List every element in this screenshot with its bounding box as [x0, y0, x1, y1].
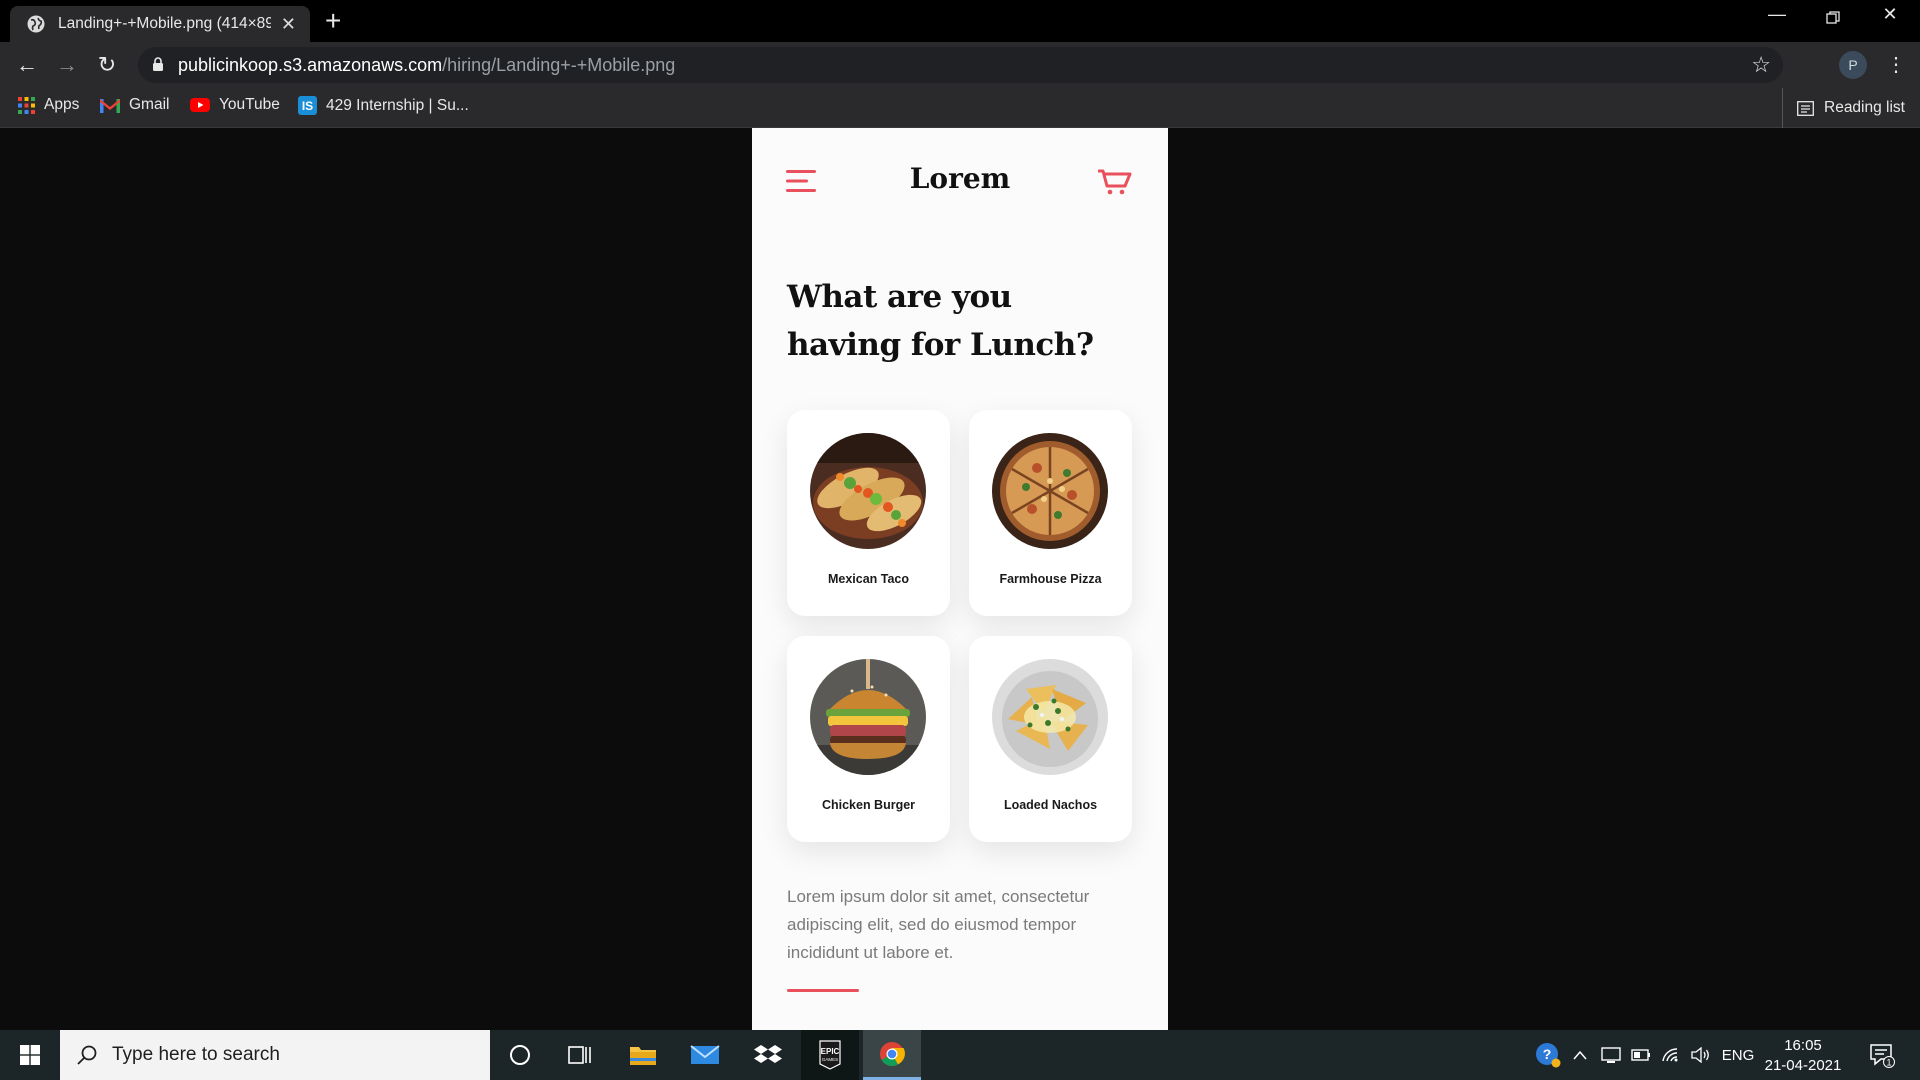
epic-games-icon[interactable]: EPIC GAMES [801, 1030, 859, 1080]
page-headline: What are you having for Lunch? [787, 273, 1117, 369]
food-card-chicken-burger[interactable]: Chicken Burger [787, 636, 950, 842]
tab-title: Landing+-+Mobile.png (414×896) [58, 15, 271, 32]
file-explorer-icon[interactable] [614, 1030, 672, 1080]
url-text: publicinkoop.s3.amazonaws.com/hiring/Lan… [178, 55, 675, 76]
close-tab-icon[interactable]: ✕ [281, 14, 296, 35]
browser-tab[interactable]: Landing+-+Mobile.png (414×896) ✕ [10, 6, 310, 42]
volume-icon[interactable] [1688, 1030, 1714, 1080]
task-view-icon[interactable] [551, 1030, 609, 1080]
internshala-icon: IS [298, 96, 317, 115]
dropbox-icon[interactable] [739, 1030, 797, 1080]
svg-text:GAMES: GAMES [822, 1057, 838, 1062]
reading-list-label: Reading list [1824, 99, 1905, 116]
show-hidden-icons-icon[interactable] [1568, 1030, 1592, 1080]
mail-icon[interactable] [676, 1030, 734, 1080]
close-window-icon[interactable]: ✕ [1870, 4, 1910, 25]
start-button[interactable] [0, 1030, 60, 1080]
forward-icon[interactable]: → [54, 52, 80, 78]
gmail-icon [100, 98, 120, 113]
notification-count: 1 [1886, 1058, 1891, 1068]
pizza-image [992, 433, 1108, 549]
clock-time: 16:05 [1784, 1037, 1822, 1054]
bookmark-apps[interactable]: Apps [18, 96, 79, 114]
food-card-label: Chicken Burger [821, 798, 916, 812]
notification-center-button[interactable]: 1 [1862, 1030, 1902, 1080]
reading-list-button[interactable]: Reading list [1782, 88, 1905, 128]
windows-logo-icon [20, 1045, 40, 1065]
food-card-label: Mexican Taco [827, 572, 910, 586]
page-viewport: Lorem What are you having for Lunch? Mex… [0, 128, 1920, 1030]
svg-text:?: ? [1543, 1046, 1552, 1062]
browser-toolbar: ← → ↻ publicinkoop.s3.amazonaws.com/hiri… [0, 42, 1920, 88]
clock-date: 21-04-2021 [1764, 1057, 1842, 1074]
mobile-landing-page: Lorem What are you having for Lunch? Mex… [752, 128, 1168, 1030]
url-host: publicinkoop.s3.amazonaws.com [178, 55, 443, 75]
bookmark-star-icon[interactable]: ☆ [1751, 52, 1771, 78]
bookmark-label: Apps [44, 96, 80, 113]
food-card-farmhouse-pizza[interactable]: Farmhouse Pizza [969, 410, 1132, 616]
cart-icon[interactable] [1098, 168, 1132, 196]
url-path: /hiring/Landing+-+Mobile.png [442, 55, 676, 75]
svg-text:IS: IS [302, 99, 313, 113]
bookmark-label: 429 Internship | Su... [326, 96, 469, 114]
device-manager-icon[interactable] [1598, 1030, 1624, 1080]
bookmark-label: YouTube [219, 96, 280, 113]
reading-list-icon [1797, 100, 1814, 116]
system-clock[interactable]: 16:05 21-04-2021 [1760, 1036, 1846, 1076]
bookmark-gmail[interactable]: Gmail [100, 96, 169, 114]
cortana-icon[interactable] [491, 1030, 549, 1080]
bookmark-internship[interactable]: IS 429 Internship | Su... [298, 96, 469, 115]
svg-text:EPIC: EPIC [821, 1047, 840, 1056]
chrome-taskbar-icon[interactable] [863, 1030, 921, 1080]
nachos-image [992, 659, 1108, 775]
profile-avatar[interactable]: P [1839, 51, 1867, 79]
taskbar-search-box[interactable]: Type here to search [60, 1030, 490, 1080]
windows-taskbar: Type here to search EPIC GAMES ? ENG 16:… [0, 1030, 1920, 1080]
new-tab-button[interactable]: + [325, 6, 341, 36]
reload-icon[interactable]: ↻ [94, 52, 120, 78]
search-placeholder: Type here to search [112, 1044, 280, 1065]
food-card-label: Farmhouse Pizza [999, 572, 1102, 586]
battery-icon[interactable] [1628, 1030, 1654, 1080]
mobile-header: Lorem [752, 158, 1168, 208]
help-icon[interactable]: ? [1532, 1030, 1564, 1080]
browser-titlebar: Landing+-+Mobile.png (414×896) ✕ + — ✕ [0, 0, 1920, 42]
food-card-loaded-nachos[interactable]: Loaded Nachos [969, 636, 1132, 842]
browser-menu-icon[interactable]: ⋮ [1886, 51, 1906, 79]
bookmark-youtube[interactable]: YouTube [190, 96, 280, 114]
intro-paragraph: Lorem ipsum dolor sit amet, consectetur … [787, 887, 1090, 962]
lock-icon [153, 57, 163, 71]
bookmark-label: Gmail [129, 96, 170, 113]
minimize-icon[interactable]: — [1757, 4, 1797, 25]
food-card-mexican-taco[interactable]: Mexican Taco [787, 410, 950, 616]
language-indicator[interactable]: ENG [1718, 1030, 1758, 1080]
headline-line-1: What are you [787, 279, 1012, 315]
headline-line-2: having for Lunch? [787, 327, 1094, 363]
accent-divider [787, 989, 859, 992]
address-bar[interactable]: publicinkoop.s3.amazonaws.com/hiring/Lan… [138, 47, 1783, 83]
search-icon [77, 1045, 97, 1065]
food-card-label: Loaded Nachos [1003, 798, 1098, 812]
taco-image [810, 433, 926, 549]
burger-image [810, 659, 926, 775]
globe-icon [27, 15, 45, 33]
wifi-icon[interactable] [1658, 1030, 1684, 1080]
youtube-icon [190, 98, 210, 112]
notification-icon: 1 [1870, 1044, 1895, 1068]
bookmarks-bar: Apps Gmail YouTube IS 429 Internship | S… [0, 88, 1920, 128]
restore-icon[interactable] [1813, 4, 1853, 31]
apps-grid-icon [18, 96, 35, 114]
back-icon[interactable]: ← [14, 52, 40, 78]
